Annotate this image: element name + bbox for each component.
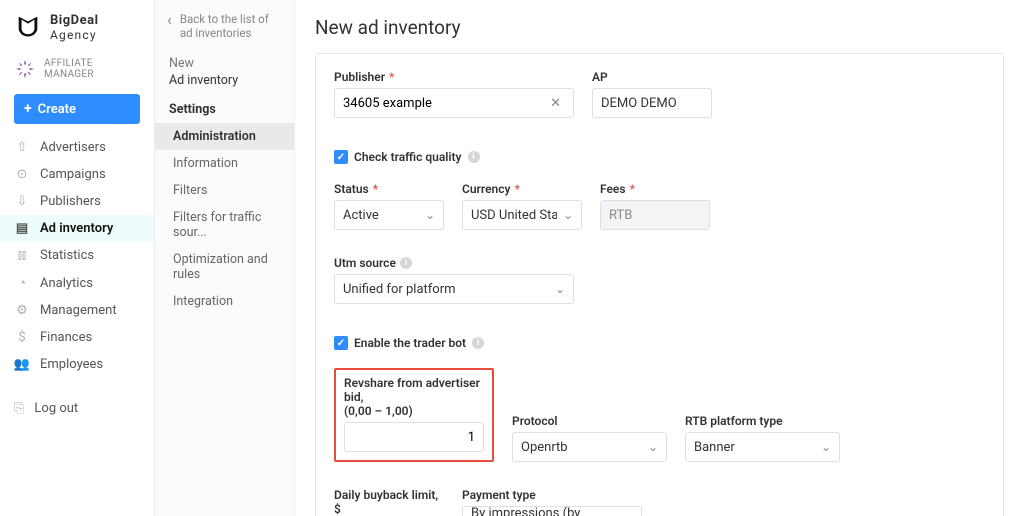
enable-trader-row[interactable]: ✓ Enable the trader bot i xyxy=(334,330,985,356)
publisher-input[interactable]: ✕ xyxy=(334,88,574,118)
brand-name: BigDeal xyxy=(50,14,99,28)
sidebar-item-campaigns[interactable]: ⊙Campaigns xyxy=(0,161,154,188)
inventory-icon: ▤ xyxy=(14,221,30,236)
sidebar-item-analytics[interactable]: ◔Analytics xyxy=(0,269,154,297)
subnav-integration[interactable]: Integration xyxy=(155,288,294,315)
rtb-type-select[interactable]: Banner⌄ xyxy=(685,432,840,462)
target-icon: ⊙ xyxy=(14,167,30,182)
subnav-filters[interactable]: Filters xyxy=(155,177,294,204)
field-utm: Utm source i Unified for platform⌄ xyxy=(334,256,574,304)
sidebar-item-management[interactable]: ⚙Management xyxy=(0,297,154,324)
sidebar-item-statistics[interactable]: ⫾⫾Statistics xyxy=(0,242,154,269)
field-rtb-type: RTB platform type Banner⌄ xyxy=(685,414,840,462)
chevron-down-icon: ⌄ xyxy=(563,208,573,222)
clear-icon[interactable]: ✕ xyxy=(546,96,565,111)
back-link[interactable]: ‹ Back to the list of ad inventories xyxy=(155,6,294,54)
field-revshare: Revshare from advertiser bid, (0,00 – 1,… xyxy=(344,376,484,452)
breadcrumb-new: New xyxy=(155,54,294,73)
dollar-icon: $ xyxy=(14,330,30,345)
sidebar-item-advertisers[interactable]: ⇧Advertisers xyxy=(0,134,154,161)
logout-button[interactable]: ⎘ Log out xyxy=(0,395,154,422)
sidebar-item-publishers[interactable]: ⇩Publishers xyxy=(0,188,154,215)
create-button[interactable]: + Create xyxy=(14,94,140,124)
gear-icon: ⚙ xyxy=(14,303,30,318)
subnav-optimization[interactable]: Optimization and rules xyxy=(155,246,294,288)
revshare-highlight: Revshare from advertiser bid, (0,00 – 1,… xyxy=(334,368,494,462)
sidebar-item-employees[interactable]: 👥Employees xyxy=(0,351,154,378)
field-publisher: Publisher * ✕ xyxy=(334,70,574,118)
chevron-down-icon: ⌄ xyxy=(555,282,565,296)
field-currency: Currency * USD United State...⌄ xyxy=(462,182,582,230)
checkbox-checked-icon: ✓ xyxy=(334,150,348,164)
upload-icon: ⇧ xyxy=(14,140,30,155)
affiliate-icon xyxy=(14,58,36,80)
breadcrumb-sub: Ad inventory xyxy=(155,73,294,94)
chevron-left-icon: ‹ xyxy=(167,12,172,28)
form-panel: Publisher * ✕ AP DEMO DEMO ✓ Check traff… xyxy=(315,53,1004,516)
users-icon: 👥 xyxy=(14,357,30,372)
check-traffic-row[interactable]: ✓ Check traffic quality i xyxy=(334,144,985,170)
subnav-administration[interactable]: Administration xyxy=(155,123,294,150)
analytics-icon: ◔ xyxy=(14,275,30,291)
revshare-input[interactable] xyxy=(344,422,484,452)
field-protocol: Protocol Openrtb⌄ xyxy=(512,414,667,462)
plus-icon: + xyxy=(24,101,32,117)
field-daily: Daily buyback limit, $ xyxy=(334,488,444,516)
create-label: Create xyxy=(38,102,76,117)
status-select[interactable]: Active⌄ xyxy=(334,200,444,230)
checkbox-checked-icon: ✓ xyxy=(334,336,348,350)
logo-icon xyxy=(14,12,42,44)
role-label: AFFILIATE MANAGER xyxy=(44,58,140,80)
payment-select[interactable]: By impressions (by default)⌄ xyxy=(462,506,642,516)
brand-logo: BigDeal Agency xyxy=(0,0,154,50)
logout-icon: ⎘ xyxy=(14,401,24,416)
subnav-information[interactable]: Information xyxy=(155,150,294,177)
info-icon[interactable]: i xyxy=(468,151,480,163)
chevron-down-icon: ⌄ xyxy=(648,440,658,454)
secondary-sidebar: ‹ Back to the list of ad inventories New… xyxy=(155,0,295,516)
field-ap: AP DEMO DEMO xyxy=(592,70,712,118)
main-content: New ad inventory Publisher * ✕ AP DEMO D… xyxy=(295,0,1024,516)
settings-heading: Settings xyxy=(155,94,294,121)
protocol-select[interactable]: Openrtb⌄ xyxy=(512,432,667,462)
info-icon[interactable]: i xyxy=(400,257,412,269)
page-title: New ad inventory xyxy=(315,16,1004,39)
chevron-down-icon: ⌄ xyxy=(425,208,435,222)
chevron-down-icon: ⌄ xyxy=(821,440,831,454)
utm-select[interactable]: Unified for platform⌄ xyxy=(334,274,574,304)
subnav-filters-traffic[interactable]: Filters for traffic sour... xyxy=(155,204,294,246)
role-row: AFFILIATE MANAGER xyxy=(0,50,154,90)
stats-icon: ⫾⫾ xyxy=(14,248,30,263)
ap-input[interactable]: DEMO DEMO xyxy=(592,88,712,118)
sidebar-item-finances[interactable]: $Finances xyxy=(0,324,154,351)
field-payment: Payment type By impressions (by default)… xyxy=(462,488,642,516)
info-icon[interactable]: i xyxy=(472,337,484,349)
fees-input: RTB xyxy=(600,200,710,230)
field-fees: Fees * RTB xyxy=(600,182,710,230)
brand-sub: Agency xyxy=(50,29,99,42)
sidebar-item-ad-inventory[interactable]: ▤Ad inventory xyxy=(0,215,154,242)
download-icon: ⇩ xyxy=(14,194,30,209)
field-status: Status * Active⌄ xyxy=(334,182,444,230)
main-sidebar: BigDeal Agency AFFILIATE MANAGER + Creat… xyxy=(0,0,155,516)
currency-select[interactable]: USD United State...⌄ xyxy=(462,200,582,230)
